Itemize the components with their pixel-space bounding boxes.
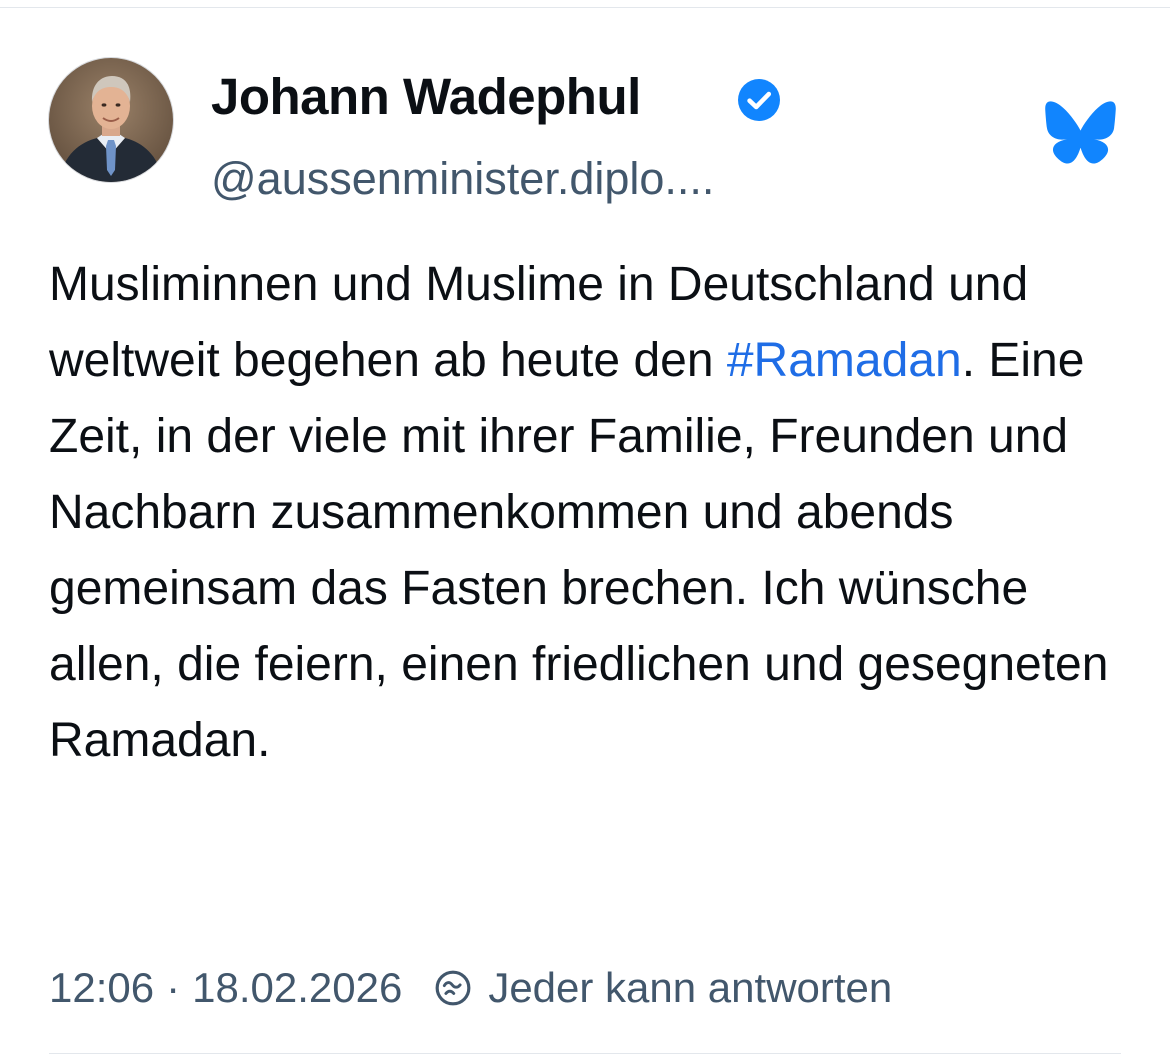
bottom-divider <box>49 1053 1121 1054</box>
post-body: Musliminnen und Muslime in Deutschland u… <box>49 247 1129 779</box>
verified-badge-icon[interactable] <box>738 79 780 121</box>
avatar[interactable] <box>49 58 173 182</box>
author-display-name[interactable]: Johann Wadephul <box>211 67 641 127</box>
hashtag-link[interactable]: #Ramadan <box>727 334 962 387</box>
bluesky-butterfly-icon[interactable] <box>1044 100 1117 165</box>
reply-setting-label[interactable]: Jeder kann antworten <box>488 964 892 1012</box>
avatar-photo <box>49 58 173 182</box>
post-meta: 12:06 · 18.02.2026 Jeder kann antworten <box>49 960 892 1016</box>
post-text-part: . Eine Zeit, in der viele mit ihrer Fami… <box>49 334 1109 767</box>
meta-separator: · <box>166 964 181 1011</box>
top-divider <box>0 7 1170 8</box>
author-handle[interactable]: @aussenminister.diplo.... <box>211 152 714 206</box>
everybody-can-reply-icon <box>435 970 471 1006</box>
post-date: 18.02.2026 <box>192 964 403 1011</box>
post-time: 12:06 <box>49 964 155 1011</box>
